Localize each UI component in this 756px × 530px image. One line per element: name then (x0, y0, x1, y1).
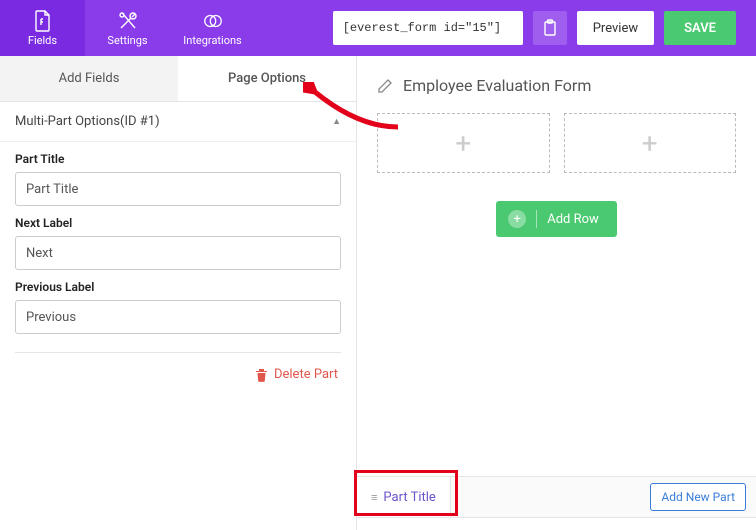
next-label-label: Next Label (15, 216, 341, 230)
add-row-button[interactable]: + Add Row (496, 201, 617, 237)
delete-part-button[interactable]: Delete Part (0, 353, 356, 396)
next-label-group: Next Label (0, 206, 356, 270)
next-label-input[interactable] (15, 236, 341, 270)
shortcode-input[interactable] (333, 11, 523, 45)
topbar: Fields Settings Integrations (0, 0, 756, 56)
form-title-row: Employee Evaluation Form (377, 76, 736, 95)
nav-settings[interactable]: Settings (85, 0, 170, 56)
previous-label-label: Previous Label (15, 280, 341, 294)
drop-zone-1[interactable]: + (377, 113, 550, 173)
plus-circle-icon: + (508, 210, 526, 228)
save-button[interactable]: SAVE (664, 11, 736, 45)
plus-icon: + (642, 127, 658, 160)
file-icon (32, 10, 54, 32)
integrations-icon (202, 10, 224, 32)
topbar-right: Preview SAVE (333, 0, 756, 56)
nav-integrations-label: Integrations (183, 34, 241, 47)
drop-row: + + (377, 113, 736, 173)
tools-icon (117, 10, 139, 32)
part-tab[interactable]: ≡ Part Title (357, 477, 451, 517)
drag-icon: ≡ (371, 491, 375, 504)
previous-label-input[interactable] (15, 300, 341, 334)
add-row-label: Add Row (547, 212, 599, 227)
add-new-part-button[interactable]: Add New Part (650, 483, 746, 511)
section-header[interactable]: Multi-Part Options(ID #1) ▲ (0, 102, 356, 142)
part-title-input[interactable] (15, 172, 341, 206)
tab-add-fields[interactable]: Add Fields (0, 56, 178, 101)
preview-button[interactable]: Preview (577, 11, 654, 45)
plus-icon: + (455, 127, 471, 160)
clipboard-icon (542, 19, 558, 37)
part-bar: ≡ Part Title Add New Part (357, 476, 756, 518)
main: Add Fields Page Options Multi-Part Optio… (0, 56, 756, 530)
part-title-label: Part Title (15, 152, 341, 166)
nav-integrations[interactable]: Integrations (170, 0, 255, 56)
nav-fields[interactable]: Fields (0, 0, 85, 56)
form-title[interactable]: Employee Evaluation Form (403, 76, 591, 95)
collapse-icon: ▲ (332, 116, 341, 127)
top-nav: Fields Settings Integrations (0, 0, 255, 56)
part-title-group: Part Title (0, 142, 356, 206)
previous-label-group: Previous Label (0, 270, 356, 334)
sidebar-tabs: Add Fields Page Options (0, 56, 356, 102)
separator (536, 210, 537, 228)
trash-icon (255, 368, 268, 382)
part-tab-label: Part Title (383, 490, 435, 505)
nav-settings-label: Settings (107, 34, 147, 47)
sidebar: Add Fields Page Options Multi-Part Optio… (0, 56, 357, 530)
tab-page-options[interactable]: Page Options (178, 56, 356, 101)
canvas: Employee Evaluation Form + + + Add Row (357, 56, 756, 530)
nav-fields-label: Fields (28, 34, 57, 47)
section-title: Multi-Part Options(ID #1) (15, 114, 160, 129)
copy-button[interactable] (533, 11, 567, 45)
delete-part-label: Delete Part (274, 367, 338, 382)
drop-zone-2[interactable]: + (564, 113, 737, 173)
pencil-icon[interactable] (377, 78, 393, 94)
add-row-wrap: + Add Row (377, 201, 736, 237)
